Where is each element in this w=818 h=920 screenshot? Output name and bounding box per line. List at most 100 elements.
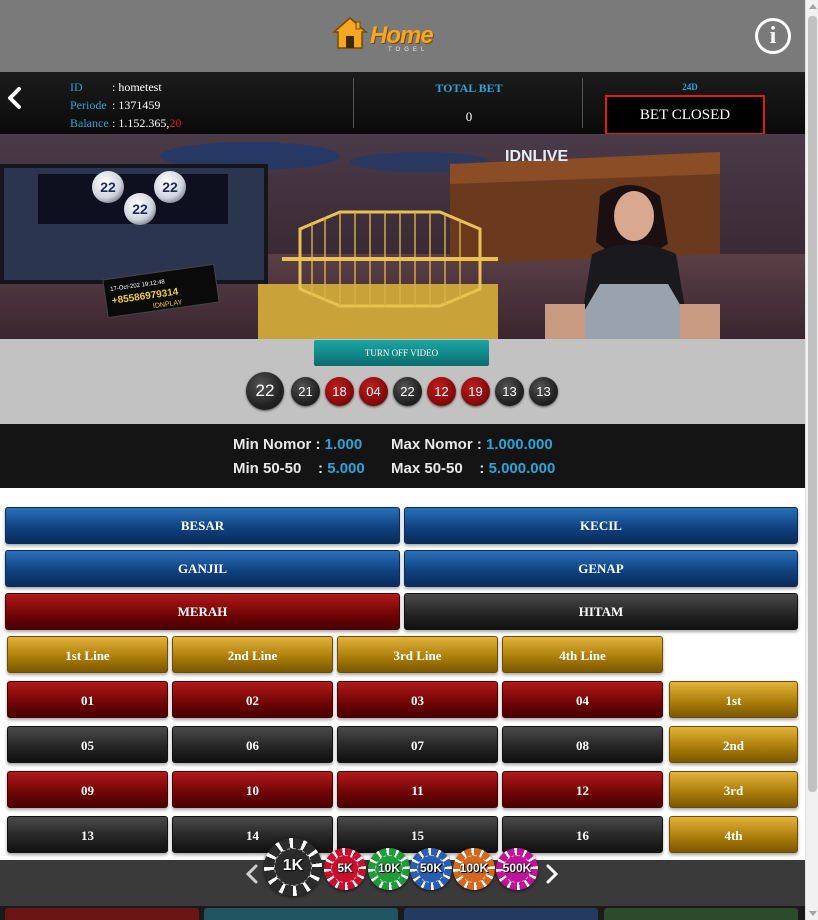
line-bet-button[interactable]: 4th Line — [502, 636, 663, 673]
chip-selector: 1K 5K 10K 50K 100K 500K — [0, 838, 805, 906]
chip-button[interactable]: 1K — [264, 838, 322, 896]
latest-result-ball: 22 — [246, 372, 284, 410]
chip-label: 100K — [459, 861, 489, 875]
max-nomor-value: 1.000.000 — [486, 436, 553, 453]
total-bet-value: 0 — [465, 109, 473, 124]
video-ball-number: 22 — [132, 201, 148, 217]
bet-info-strip: ID : hometest Periode : 1371459 Balance … — [0, 72, 805, 135]
line-bet-button[interactable]: 3rd Line — [337, 636, 498, 673]
action-button[interactable] — [204, 908, 398, 920]
result-history-ball: 22 — [393, 377, 422, 406]
min-5050-value: 5.000 — [327, 460, 365, 477]
number-bet-button[interactable]: 04 — [502, 681, 663, 718]
number-bet-button[interactable]: 12 — [502, 771, 663, 808]
house-logo-icon — [332, 17, 368, 49]
chip-label: 10K — [377, 861, 400, 875]
result-history-ball: 12 — [427, 377, 456, 406]
result-history-ball: 04 — [359, 377, 388, 406]
chip-button[interactable]: 500K — [496, 848, 538, 890]
bet-status-badge: BET CLOSED — [605, 95, 765, 135]
min-nomor-value: 1.000 — [324, 436, 363, 453]
periode-value: : 1371459 — [112, 98, 161, 112]
home-logo: Home TOGEL — [330, 14, 440, 58]
balance-cents: 20 — [169, 116, 182, 130]
account-info: ID : hometest Periode : 1371459 Balance … — [70, 78, 181, 132]
row-bet-button[interactable]: 1st — [669, 681, 798, 718]
top-bar: Home TOGEL i — [0, 0, 805, 72]
chip-label: 500K — [502, 861, 532, 875]
balance-label: Balance — [70, 116, 109, 130]
balance-value: : 1.152.365,20 — [112, 114, 181, 132]
bet-genap-button[interactable]: GENAP — [404, 550, 798, 587]
number-bet-button[interactable]: 06 — [172, 726, 333, 763]
id-label: ID — [70, 80, 83, 94]
min-5050: Min 50-50 : 5.000 — [233, 460, 365, 477]
number-bet-button[interactable]: 01 — [7, 681, 168, 718]
number-bet-button[interactable]: 03 — [337, 681, 498, 718]
app-root: Home TOGEL i ID : hometest Periode : 137… — [0, 0, 805, 920]
turn-off-video-button[interactable]: TURN OFF VIDEO — [314, 340, 489, 366]
total-bet-label: TOTAL BET — [435, 81, 503, 95]
id-value: : hometest — [112, 80, 162, 94]
line-bet-button[interactable]: 2nd Line — [172, 636, 333, 673]
max-5050-label: Max 50-50 : — [391, 460, 485, 477]
results-bar: TURN OFF VIDEO 22 21 18 04 22 12 19 13 13 — [0, 339, 805, 424]
video-ball-number: 22 — [100, 179, 116, 195]
live-video-feed: IDNLIVE 22 22 22 17-Oct-202 19:12:48 +85… — [0, 134, 805, 339]
chip-button[interactable]: 5K — [324, 848, 366, 890]
studio-sign-text: IDNLIVE — [505, 148, 568, 165]
action-button[interactable] — [604, 908, 798, 920]
number-bet-button[interactable]: 10 — [172, 771, 333, 808]
scroll-thumb[interactable] — [808, 16, 817, 792]
bet-hitam-button[interactable]: HITAM — [404, 593, 798, 630]
row-bet-button[interactable]: 3rd — [669, 771, 798, 808]
min-nomor: Min Nomor : 1.000 — [233, 436, 362, 453]
result-history-ball: 13 — [495, 377, 524, 406]
chip-label: 5K — [337, 861, 353, 875]
row-bet-button[interactable]: 4th — [669, 816, 798, 853]
divider — [353, 78, 354, 128]
chip-prev-icon[interactable] — [244, 864, 260, 884]
info-icon[interactable]: i — [755, 18, 791, 54]
action-button[interactable] — [5, 908, 199, 920]
min-5050-label: Min 50-50 : — [233, 460, 324, 477]
bet-besar-button[interactable]: BESAR — [5, 507, 400, 544]
number-bet-button[interactable]: 02 — [172, 681, 333, 718]
bet-limits-panel: Min Nomor : 1.000 Max Nomor : 1.000.000 … — [0, 424, 805, 488]
min-nomor-label: Min Nomor : — [233, 436, 321, 453]
max-nomor: Max Nomor : 1.000.000 — [391, 436, 553, 453]
game-type-label: 24D — [682, 82, 698, 92]
number-bet-button[interactable]: 05 — [7, 726, 168, 763]
chip-next-icon[interactable] — [544, 864, 560, 884]
live-video-scene: IDNLIVE 22 22 22 17-Oct-202 19:12:48 +85… — [0, 134, 805, 339]
result-history-ball: 19 — [461, 377, 490, 406]
bet-kecil-button[interactable]: KECIL — [404, 507, 798, 544]
number-bet-button[interactable]: 09 — [7, 771, 168, 808]
line-bet-button[interactable]: 1st Line — [7, 636, 168, 673]
video-ball-number: 22 — [162, 179, 178, 195]
chip-button[interactable]: 10K — [368, 848, 410, 890]
bet-ganjil-button[interactable]: GANJIL — [5, 550, 400, 587]
action-button[interactable] — [404, 908, 598, 920]
number-bet-button[interactable]: 08 — [502, 726, 663, 763]
chip-label: 1K — [282, 857, 304, 874]
periode-label: Periode — [70, 98, 107, 112]
number-bet-button[interactable]: 16 — [502, 816, 663, 853]
back-chevron-icon[interactable] — [5, 86, 25, 110]
balance-main: : 1.152.365, — [112, 116, 170, 130]
action-bar — [0, 906, 805, 920]
number-bet-button[interactable]: 13 — [7, 816, 168, 853]
chip-button[interactable]: 50K — [410, 848, 452, 890]
number-bet-button[interactable]: 07 — [337, 726, 498, 763]
result-history-ball: 18 — [325, 377, 354, 406]
page-scrollbar[interactable] — [805, 0, 818, 920]
scroll-down-icon[interactable] — [809, 911, 817, 916]
bet-merah-button[interactable]: MERAH — [5, 593, 400, 630]
result-history-ball: 21 — [291, 377, 320, 406]
number-bet-button[interactable]: 11 — [337, 771, 498, 808]
chip-button[interactable]: 100K — [453, 848, 495, 890]
result-history-ball: 13 — [529, 377, 558, 406]
scroll-up-icon[interactable] — [809, 4, 817, 9]
row-bet-button[interactable]: 2nd — [669, 726, 798, 763]
max-5050: Max 50-50 : 5.000.000 — [391, 460, 555, 477]
